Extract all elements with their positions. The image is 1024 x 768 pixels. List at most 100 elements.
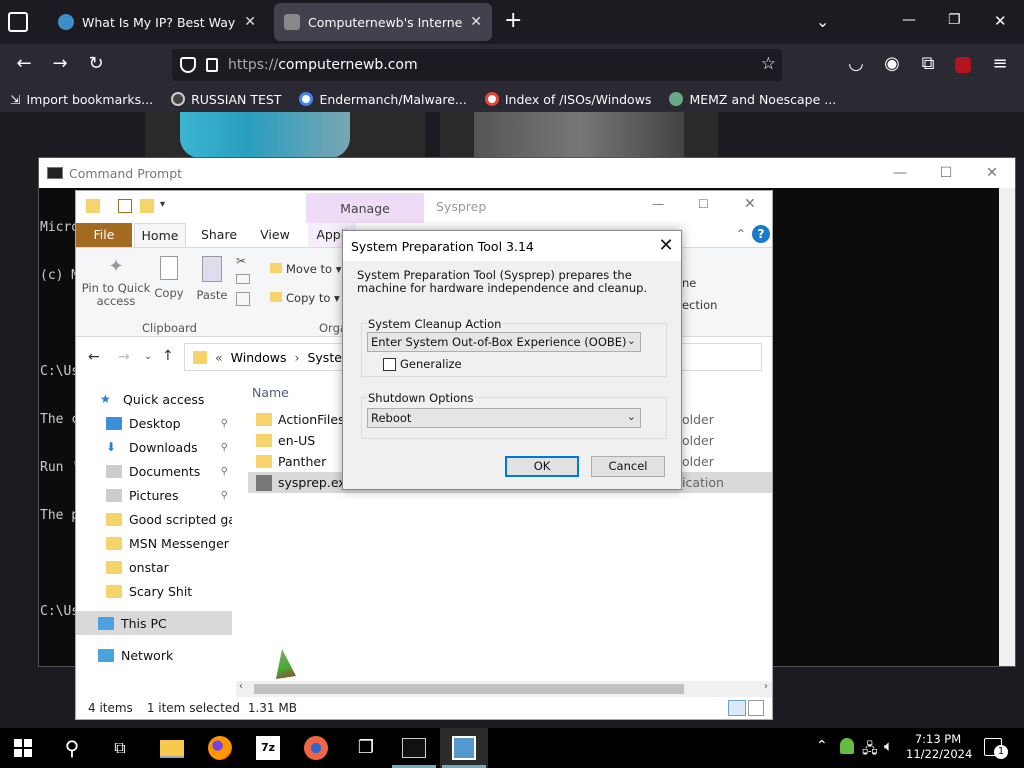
back-icon[interactable]: ← [10, 53, 38, 74]
explorer-title-bar[interactable]: ▾ Manage Sysprep — ☐ ✕ [76, 191, 772, 223]
shutdown-options-dropdown[interactable]: Reboot ⌄ [367, 408, 641, 428]
nav-item[interactable]: onstar [76, 555, 232, 579]
people-icon[interactable] [840, 738, 854, 754]
checkbox-box[interactable] [383, 357, 396, 371]
forward-arrow-icon[interactable]: → [118, 349, 130, 365]
browser-taskbar-icon[interactable] [304, 736, 328, 760]
cmd-minimize-button[interactable]: — [877, 165, 923, 181]
recent-locations-icon[interactable]: ⌄ [144, 351, 152, 362]
bookmark-item[interactable]: Endermanch/Malware... [299, 92, 467, 107]
file-explorer-taskbar-icon[interactable] [160, 740, 184, 758]
ok-button[interactable]: OK [505, 456, 579, 477]
breadcrumb-separator-icon[interactable]: › [294, 350, 299, 365]
forward-icon[interactable]: → [46, 53, 74, 74]
close-tab-icon[interactable]: ✕ [470, 14, 482, 30]
help-icon[interactable]: ? [752, 225, 770, 243]
lock-icon[interactable] [206, 58, 218, 72]
show-hidden-icons-icon[interactable]: ⌃ [816, 738, 828, 754]
clock[interactable]: 7:13 PM 11/22/2024 [906, 732, 972, 762]
url-bar[interactable]: https:// computernewb.com ☆ [172, 49, 782, 81]
cmd-taskbar-icon[interactable] [402, 738, 426, 758]
close-window-button[interactable]: ✕ [994, 12, 1007, 30]
copy-to-button[interactable]: Copy to ▾ [270, 291, 340, 305]
windows-taskbar-icon[interactable]: ❐ [354, 736, 378, 760]
start-windows-icon[interactable] [14, 739, 32, 757]
nav-item[interactable]: Network [76, 643, 232, 667]
explorer-close-button[interactable]: ✕ [744, 196, 756, 212]
cleanup-action-dropdown[interactable]: Enter System Out-of-Box Experience (OOBE… [367, 332, 641, 352]
cmd-close-button[interactable]: ✕ [969, 165, 1015, 181]
nav-item[interactable]: ⬇ Downloads ⚲ [76, 435, 232, 459]
extensions-icon[interactable]: ⧉ [914, 53, 942, 74]
cmd-title-bar[interactable]: Command Prompt — ☐ ✕ [39, 158, 1015, 188]
tab-view[interactable]: View [252, 223, 298, 247]
copy-button[interactable]: Copy [152, 256, 186, 300]
restore-button[interactable]: ❐ [948, 12, 961, 28]
7zip-taskbar-icon[interactable]: 7z [256, 736, 280, 760]
bookmark-item[interactable]: MEMZ and Noescape ... [669, 92, 836, 107]
up-arrow-icon[interactable]: ↑ [162, 348, 174, 364]
customize-qat-icon[interactable]: ▾ [160, 199, 165, 210]
explorer-maximize-button[interactable]: ☐ [698, 197, 709, 211]
page-thumbnail[interactable] [145, 112, 425, 158]
paste-button[interactable]: Paste [194, 256, 230, 302]
back-arrow-icon[interactable]: ← [88, 349, 100, 365]
nav-item[interactable]: This PC [76, 611, 232, 635]
scroll-left-icon[interactable]: ‹ [239, 681, 243, 692]
reload-icon[interactable]: ↻ [82, 53, 110, 74]
ribbon-collapse-icon[interactable]: ⌃ [736, 227, 746, 241]
pocket-icon[interactable]: ◡ [842, 53, 870, 74]
large-icons-view-icon[interactable] [748, 700, 764, 716]
scroll-right-icon[interactable]: › [764, 681, 768, 692]
account-icon[interactable]: ◉ [878, 53, 906, 74]
explorer-minimize-button[interactable]: — [652, 197, 664, 211]
tab-list-icon[interactable] [8, 12, 28, 32]
details-view-icon[interactable] [728, 700, 746, 716]
nav-item[interactable]: Scary Shit [76, 579, 232, 603]
properties-icon[interactable] [118, 199, 132, 213]
nav-item[interactable]: MSN Messenger [76, 531, 232, 555]
cut-icon[interactable]: ✂ [236, 254, 246, 268]
manage-contextual-tab[interactable]: Manage [306, 193, 424, 223]
nav-item[interactable]: ★ Quick access [76, 387, 232, 411]
browser-tab-active[interactable]: Computernewb's Internet Pub ✕ [274, 3, 492, 41]
nav-item[interactable]: Pictures ⚲ [76, 483, 232, 507]
cmd-maximize-button[interactable]: ☐ [923, 165, 969, 181]
nav-item[interactable]: Documents ⚲ [76, 459, 232, 483]
network-icon[interactable]: 🖧 [862, 738, 878, 762]
bookmark-item[interactable]: RUSSIAN TEST [171, 92, 281, 107]
firefox-taskbar-icon[interactable] [208, 736, 232, 760]
new-folder-icon[interactable] [140, 199, 154, 213]
dialog-close-button[interactable]: ✕ [651, 231, 681, 261]
task-view-icon[interactable]: ⧉ [108, 736, 132, 760]
tab-share[interactable]: Share [194, 223, 244, 247]
breadcrumb-overflow-icon[interactable]: « [215, 350, 223, 365]
close-tab-icon[interactable]: ✕ [244, 14, 256, 30]
menu-icon[interactable]: ≡ [986, 53, 1014, 74]
minimize-button[interactable]: — [902, 12, 916, 28]
browser-tab[interactable]: What Is My IP? Best Way To Che ✕ [48, 3, 266, 41]
nav-item[interactable]: Good scripted game [76, 507, 232, 531]
bookmark-star-icon[interactable]: ☆ [761, 54, 776, 74]
sysprep-dialog[interactable]: System Preparation Tool 3.14 ✕ System Pr… [342, 230, 682, 490]
search-icon[interactable]: ⚲ [60, 736, 84, 760]
copy-path-icon[interactable] [236, 274, 250, 284]
page-thumbnail[interactable] [440, 112, 718, 158]
nav-item[interactable]: Desktop ⚲ [76, 411, 232, 435]
cmd-scrollbar[interactable] [999, 188, 1015, 666]
scroll-thumb[interactable] [254, 684, 684, 694]
ublock-icon[interactable] [955, 57, 971, 73]
move-to-button[interactable]: Move to ▾ [270, 262, 341, 276]
cmd-output[interactable]: Micro (c) M C:\Us The c Run ' The p C:\U… [40, 188, 79, 652]
dialog-title-bar[interactable]: System Preparation Tool 3.14 [343, 231, 681, 261]
tab-home[interactable]: Home [134, 223, 186, 247]
generalize-checkbox[interactable]: Generalize [383, 357, 462, 371]
pin-to-quick-access-button[interactable]: ✦ Pin to Quick access [80, 256, 152, 308]
volume-icon[interactable]: 🔈︎ [884, 737, 893, 755]
list-all-tabs-chevron-icon[interactable]: ⌄ [816, 12, 829, 31]
cancel-button[interactable]: Cancel [591, 456, 665, 477]
bookmark-item[interactable]: ⇲ Import bookmarks... [10, 92, 153, 107]
paste-shortcut-icon[interactable] [236, 292, 250, 306]
bookmark-item[interactable]: Index of /ISOs/Windows [484, 92, 651, 107]
horizontal-scrollbar[interactable]: ‹ › [236, 681, 772, 697]
